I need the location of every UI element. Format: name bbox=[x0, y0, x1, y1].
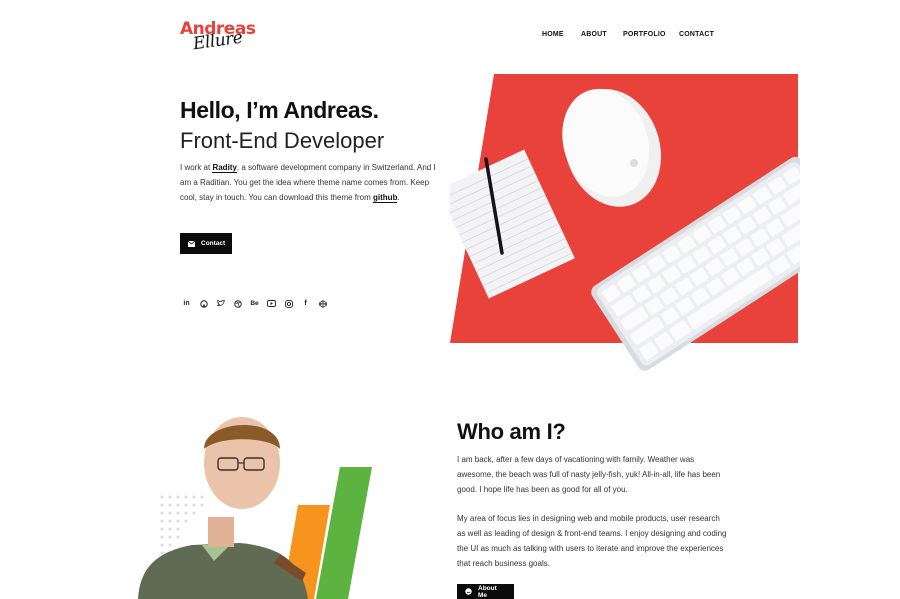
nav-home[interactable]: HOME bbox=[542, 31, 581, 38]
radity-link[interactable]: Radity bbox=[212, 163, 237, 173]
hero-subtitle: Front-End Developer bbox=[180, 128, 385, 153]
contact-button[interactable]: Contact bbox=[180, 233, 232, 254]
main-nav: HOME ABOUT PORTFOLIO CONTACT bbox=[542, 31, 714, 38]
nav-portfolio[interactable]: PORTFOLIO bbox=[623, 31, 679, 38]
social-links: in Be f bbox=[182, 299, 327, 308]
about-me-button[interactable]: About Me bbox=[457, 584, 514, 599]
contact-button-label: Contact bbox=[201, 240, 226, 247]
about-me-button-label: About Me bbox=[478, 584, 497, 599]
behance-icon[interactable]: Be bbox=[250, 299, 259, 308]
hero-title: Hello, I’m Andreas. bbox=[180, 97, 379, 123]
about-paragraph-2: My area of focus lies in designing web a… bbox=[457, 514, 727, 568]
instagram-icon[interactable] bbox=[284, 299, 293, 308]
github-link[interactable]: github bbox=[373, 193, 398, 203]
codepen-icon[interactable] bbox=[318, 299, 327, 308]
site-logo[interactable]: Andreas Ellure bbox=[180, 20, 256, 54]
hero-description: I work at Radity, a software development… bbox=[180, 163, 436, 203]
nav-contact[interactable]: CONTACT bbox=[679, 31, 714, 38]
nav-about[interactable]: ABOUT bbox=[581, 31, 623, 38]
about-paragraph-1: I am back, after a few days of vacationi… bbox=[457, 455, 721, 494]
smile-icon bbox=[465, 588, 472, 595]
facebook-icon[interactable]: f bbox=[301, 299, 310, 308]
linkedin-icon[interactable]: in bbox=[182, 299, 191, 308]
about-title: Who am I? bbox=[457, 419, 566, 444]
portrait-image bbox=[138, 417, 372, 599]
twitter-icon[interactable] bbox=[216, 299, 225, 308]
github-icon[interactable] bbox=[199, 299, 208, 308]
dribbble-icon[interactable] bbox=[233, 299, 242, 308]
mail-icon bbox=[188, 240, 195, 247]
hero-desk-image bbox=[450, 74, 800, 371]
youtube-icon[interactable] bbox=[267, 299, 276, 308]
